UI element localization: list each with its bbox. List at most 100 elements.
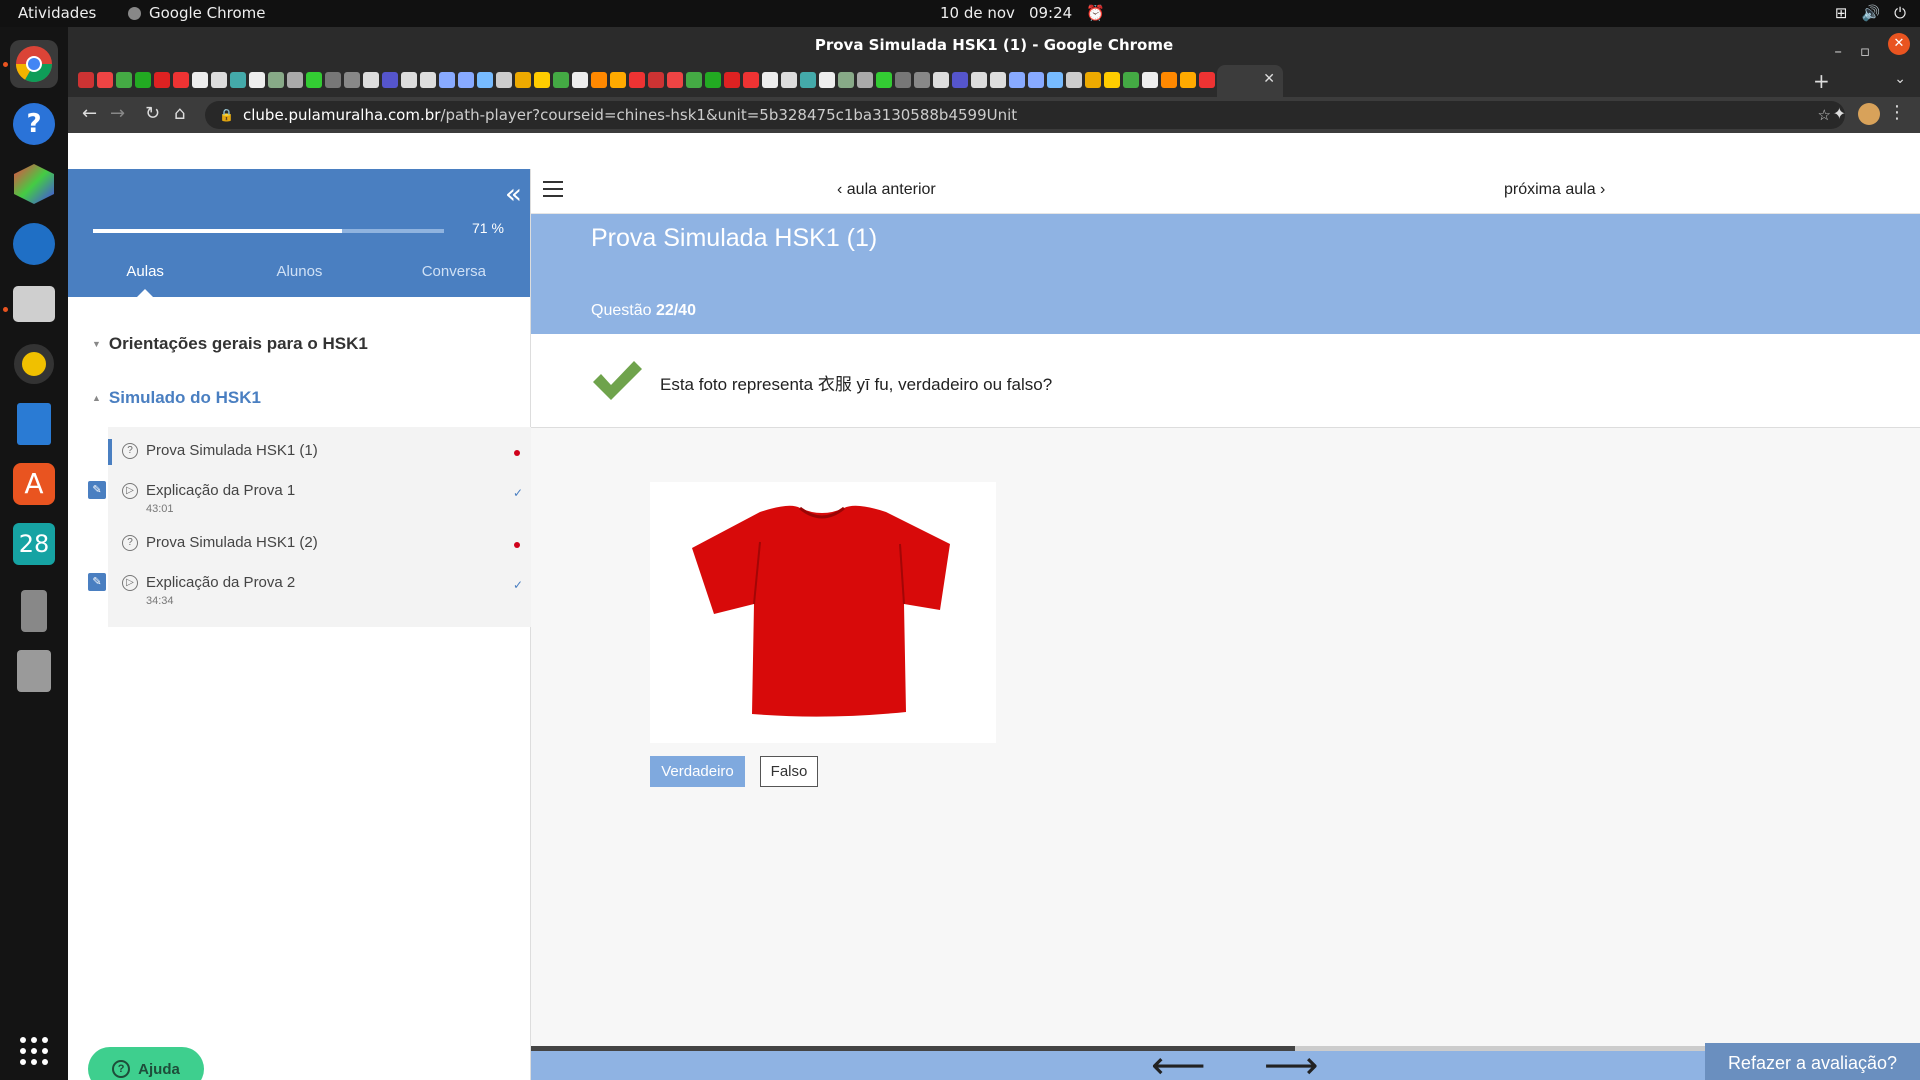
tab-favicon-icon[interactable] <box>534 72 550 88</box>
tab-favicon-icon[interactable] <box>572 72 588 88</box>
redo-quiz-button[interactable]: Refazer a avaliação? <box>1705 1043 1920 1080</box>
hamburger-menu-icon[interactable] <box>543 181 563 199</box>
address-bar[interactable]: 🔒 clube.pulamuralha.com.br/path-player?c… <box>205 101 1845 129</box>
lock-icon[interactable]: 🔒 <box>219 101 234 129</box>
tab-favicon-icon[interactable] <box>838 72 854 88</box>
tab-favicon-icon[interactable] <box>306 72 322 88</box>
tab-favicon-icon[interactable] <box>78 72 94 88</box>
tab-favicon-icon[interactable] <box>781 72 797 88</box>
profile-avatar[interactable] <box>1858 103 1880 125</box>
tab-favicon-icon[interactable] <box>876 72 892 88</box>
tab-favicon-icon[interactable] <box>1199 72 1215 88</box>
thunderbird-dock-icon[interactable] <box>10 220 58 268</box>
tab-favicon-icon[interactable] <box>1085 72 1101 88</box>
tab-favicon-icon[interactable] <box>439 72 455 88</box>
attachment-icon[interactable]: ✎ <box>88 481 106 499</box>
tab-favicon-icon[interactable] <box>1066 72 1082 88</box>
system-tray[interactable]: ⊞ 🔊 ⏻ <box>1835 4 1906 22</box>
tab-favicon-icon[interactable] <box>97 72 113 88</box>
section-orientacoes[interactable]: ▼ Orientações gerais para o HSK1 <box>92 334 368 354</box>
home-icon[interactable]: ⌂ <box>174 103 185 124</box>
tab-favicon-icon[interactable] <box>952 72 968 88</box>
tab-favicon-icon[interactable] <box>1047 72 1063 88</box>
tab-favicon-icon[interactable] <box>857 72 873 88</box>
option-verdadeiro-button[interactable]: Verdadeiro <box>650 756 745 787</box>
show-apps-grid-icon[interactable] <box>10 1027 58 1075</box>
chrome-dock-icon[interactable] <box>10 40 58 88</box>
tab-favicon-icon[interactable] <box>800 72 816 88</box>
rhythmbox-dock-icon[interactable] <box>10 340 58 388</box>
device-dock-icon[interactable] <box>10 587 58 635</box>
tab-favicon-icon[interactable] <box>363 72 379 88</box>
files-dock-icon[interactable] <box>10 280 58 328</box>
next-question-arrow-icon[interactable]: ⟶ <box>1264 1045 1318 1080</box>
previous-lesson-link[interactable]: ‹ aula anterior <box>837 181 936 199</box>
tab-favicon-icon[interactable] <box>648 72 664 88</box>
back-icon[interactable]: ← <box>82 103 97 124</box>
tab-favicon-icon[interactable] <box>686 72 702 88</box>
previous-question-arrow-icon[interactable]: ⟵ <box>1151 1045 1205 1080</box>
app-center-dock-icon[interactable]: A <box>10 460 58 508</box>
tab-favicon-icon[interactable] <box>477 72 493 88</box>
trash-dock-icon[interactable] <box>10 647 58 695</box>
tab-favicon-icon[interactable] <box>895 72 911 88</box>
close-window-icon[interactable]: ✕ <box>1888 33 1910 55</box>
3d-app-dock-icon[interactable] <box>10 160 58 208</box>
tab-favicon-icon[interactable] <box>496 72 512 88</box>
tab-favicon-icon[interactable] <box>515 72 531 88</box>
tab-favicon-icon[interactable] <box>173 72 189 88</box>
tab-favicon-icon[interactable] <box>990 72 1006 88</box>
tab-favicon-icon[interactable] <box>629 72 645 88</box>
help-dock-icon[interactable]: ? <box>10 100 58 148</box>
forward-icon[interactable]: → <box>110 103 125 124</box>
tab-favicon-icon[interactable] <box>135 72 151 88</box>
chrome-menu-icon[interactable]: ⋮ <box>1888 102 1906 123</box>
lesson-item[interactable]: ✎ ▷ Explicação da Prova 2 34:34 ✓ <box>88 573 531 609</box>
lesson-item[interactable]: ? Prova Simulada HSK1 (1) <box>108 439 531 467</box>
tab-favicon-icon[interactable] <box>914 72 930 88</box>
tab-favicon-icon[interactable] <box>610 72 626 88</box>
tab-favicon-icon[interactable] <box>705 72 721 88</box>
tab-favicon-icon[interactable] <box>249 72 265 88</box>
tab-alunos[interactable]: Alunos <box>222 263 376 280</box>
tab-favicon-icon[interactable] <box>211 72 227 88</box>
tab-favicon-icon[interactable] <box>1123 72 1139 88</box>
clock[interactable]: 10 de nov 09:24 ⏰ <box>940 4 1105 22</box>
tab-favicon-icon[interactable] <box>268 72 284 88</box>
tab-favicon-icon[interactable] <box>116 72 132 88</box>
reload-icon[interactable]: ↻ <box>145 103 160 124</box>
tab-favicon-icon[interactable] <box>1009 72 1025 88</box>
new-tab-icon[interactable]: + <box>1813 69 1830 93</box>
section-simulado[interactable]: ▲ Simulado do HSK1 <box>92 388 261 408</box>
calendar-dock-icon[interactable]: 28 <box>10 520 58 568</box>
collapse-sidebar-icon[interactable]: « <box>505 177 522 210</box>
tab-favicon-icon[interactable] <box>230 72 246 88</box>
tab-favicon-icon[interactable] <box>325 72 341 88</box>
tab-favicon-icon[interactable] <box>1180 72 1196 88</box>
tab-favicon-icon[interactable] <box>591 72 607 88</box>
attachment-icon[interactable]: ✎ <box>88 573 106 591</box>
tab-favicon-icon[interactable] <box>743 72 759 88</box>
close-tab-icon[interactable]: ✕ <box>1263 71 1275 87</box>
tab-favicon-icon[interactable] <box>401 72 417 88</box>
tab-favicon-icon[interactable] <box>1142 72 1158 88</box>
bookmark-star-icon[interactable]: ☆ <box>1818 101 1831 129</box>
tab-aulas[interactable]: Aulas <box>68 263 222 297</box>
active-tab[interactable]: ✕ <box>1217 65 1283 97</box>
tab-favicon-icon[interactable] <box>553 72 569 88</box>
next-lesson-link[interactable]: próxima aula › <box>1504 181 1605 199</box>
lesson-item[interactable]: ? Prova Simulada HSK1 (2) <box>108 533 531 559</box>
tab-favicon-icon[interactable] <box>420 72 436 88</box>
tab-conversa[interactable]: Conversa <box>377 263 531 280</box>
tab-search-icon[interactable]: ⌄ <box>1894 71 1906 87</box>
tab-favicon-icon[interactable] <box>382 72 398 88</box>
tab-favicon-icon[interactable] <box>933 72 949 88</box>
tab-favicon-icon[interactable] <box>1104 72 1120 88</box>
lesson-item[interactable]: ✎ ▷ Explicação da Prova 1 43:01 ✓ <box>88 481 531 517</box>
window-titlebar[interactable]: Prova Simulada HSK1 (1) - Google Chrome … <box>68 27 1920 63</box>
tab-favicon-icon[interactable] <box>819 72 835 88</box>
help-button[interactable]: ? Ajuda <box>88 1047 204 1080</box>
activities-button[interactable]: Atividades <box>18 4 96 22</box>
app-menu[interactable]: Google Chrome <box>128 4 266 22</box>
tab-favicon-icon[interactable] <box>1161 72 1177 88</box>
